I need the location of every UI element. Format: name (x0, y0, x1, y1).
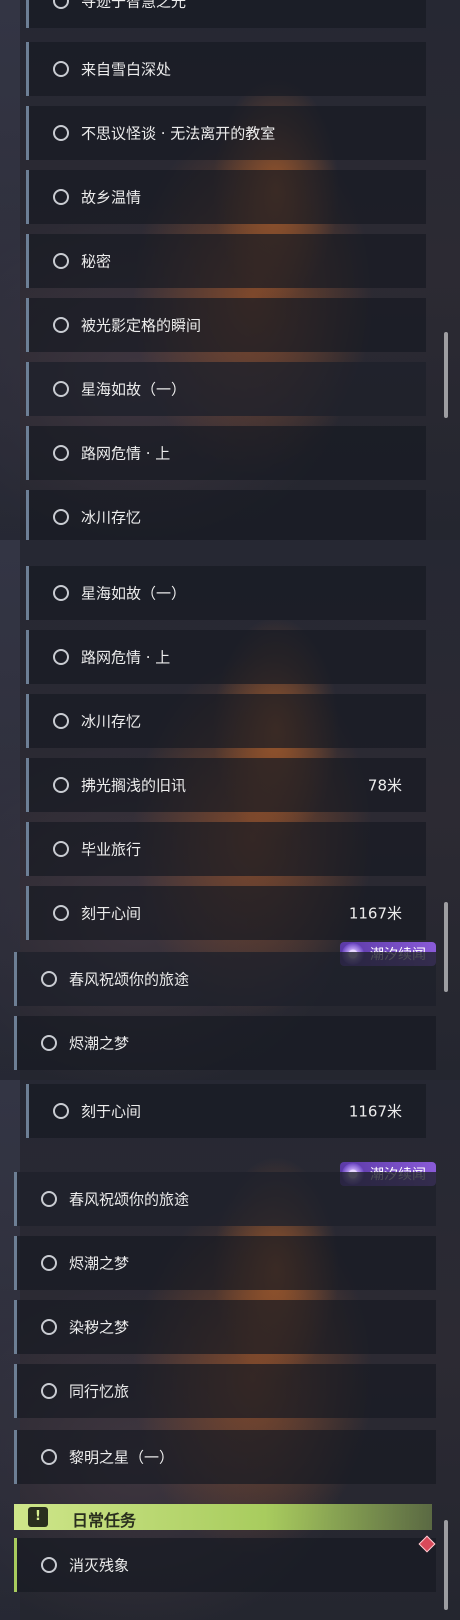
quest-item[interactable]: 刻于心间 1167米 (26, 1084, 426, 1138)
quest-status-icon (53, 509, 69, 525)
quest-label: 春风祝颂你的旅途 (69, 1190, 190, 1209)
scrollbar[interactable] (444, 902, 448, 992)
quest-item[interactable]: 星海如故（一） (26, 362, 426, 416)
daily-quests-header[interactable]: ! 日常任务 (14, 1504, 432, 1530)
quest-label: 刻于心间 (81, 904, 142, 923)
quest-item[interactable]: 不思议怪谈 · 无法离开的教室 (26, 106, 426, 160)
quest-item[interactable]: 秘密 (26, 234, 426, 288)
quest-item[interactable]: 染秽之梦 (14, 1300, 436, 1354)
quest-item[interactable]: 拂光搁浅的旧讯 78米 (26, 758, 426, 812)
quest-status-icon (53, 125, 69, 141)
quest-label: 来自雪白深处 (81, 60, 172, 79)
quest-list-panel-2: 星海如故（一） 路网危情 · 上 冰川存忆 拂光搁浅的旧讯 78米 毕业旅行 刻… (0, 540, 460, 1080)
quest-status-icon (41, 1383, 57, 1399)
quest-status-icon (41, 1191, 57, 1207)
quest-status-icon (53, 841, 69, 857)
quest-distance: 1167米 (348, 904, 402, 923)
quest-status-icon (53, 253, 69, 269)
quest-label: 烬潮之梦 (69, 1254, 130, 1273)
quest-label: 毕业旅行 (81, 840, 142, 859)
quest-label: 星海如故（一） (81, 584, 187, 603)
quest-label: 烬潮之梦 (69, 1034, 130, 1053)
quest-label: 路网危情 · 上 (81, 648, 171, 667)
exclamation-icon: ! (28, 1507, 48, 1527)
quest-label: 不思议怪谈 · 无法离开的教室 (81, 124, 276, 143)
quest-list-panel-1: 寻迹于智慧之光 来自雪白深处 不思议怪谈 · 无法离开的教室 故乡温情 秘密 被… (0, 0, 460, 540)
quest-status-icon (41, 971, 57, 987)
quest-label: 同行忆旅 (69, 1382, 130, 1401)
quest-label: 消灭残象 (69, 1556, 130, 1575)
quest-item[interactable]: 故乡温情 (26, 170, 426, 224)
quest-status-icon (41, 1319, 57, 1335)
quest-label: 冰川存忆 (81, 508, 142, 527)
quest-label: 黎明之星（一） (69, 1448, 175, 1467)
quest-item[interactable]: 毕业旅行 (26, 822, 426, 876)
quest-status-icon (53, 713, 69, 729)
quest-item[interactable]: 春风祝颂你的旅途 (14, 1172, 436, 1226)
quest-status-icon (53, 649, 69, 665)
quest-label: 寻迹于智慧之光 (81, 0, 187, 11)
quest-status-icon (41, 1557, 57, 1573)
section-title: 日常任务 (72, 1511, 137, 1530)
quest-item[interactable]: 来自雪白深处 (26, 42, 426, 96)
quest-status-icon (41, 1449, 57, 1465)
quest-label: 春风祝颂你的旅途 (69, 970, 190, 989)
quest-item[interactable]: 冰川存忆 (26, 490, 426, 540)
quest-status-icon (53, 1103, 69, 1119)
quest-status-icon (53, 61, 69, 77)
quest-item[interactable]: 同行忆旅 (14, 1364, 436, 1418)
quest-status-icon (53, 777, 69, 793)
quest-status-icon (41, 1035, 57, 1051)
quest-status-icon (53, 0, 69, 9)
quest-status-icon (53, 905, 69, 921)
quest-label: 染秽之梦 (69, 1318, 130, 1337)
quest-label: 拂光搁浅的旧讯 (81, 776, 187, 795)
quest-status-icon (53, 381, 69, 397)
quest-status-icon (53, 445, 69, 461)
quest-item[interactable]: 烬潮之梦 (14, 1236, 436, 1290)
quest-distance: 78米 (367, 776, 402, 795)
quest-item[interactable]: 路网危情 · 上 (26, 630, 426, 684)
quest-status-icon (53, 189, 69, 205)
quest-label: 秘密 (81, 252, 112, 271)
quest-item[interactable]: 冰川存忆 (26, 694, 426, 748)
quest-item[interactable]: 黎明之星（一） (14, 1430, 436, 1484)
quest-list-panel-3: 刻于心间 1167米 潮汐续闻 春风祝颂你的旅途 烬潮之梦 染秽之梦 同行忆旅 … (0, 1080, 460, 1620)
quest-item[interactable]: 星海如故（一） (26, 566, 426, 620)
quest-item[interactable]: 刻于心间 1167米 (26, 886, 426, 940)
quest-item[interactable]: 路网危情 · 上 (26, 426, 426, 480)
quest-item[interactable]: 寻迹于智慧之光 (26, 0, 426, 28)
quest-item[interactable]: 消灭残象 (14, 1538, 436, 1592)
quest-label: 冰川存忆 (81, 712, 142, 731)
quest-distance: 1167米 (348, 1102, 402, 1121)
quest-label: 被光影定格的瞬间 (81, 316, 202, 335)
quest-item[interactable]: 被光影定格的瞬间 (26, 298, 426, 352)
scrollbar[interactable] (444, 1520, 448, 1610)
scrollbar[interactable] (444, 332, 448, 418)
quest-label: 星海如故（一） (81, 380, 187, 399)
quest-label: 故乡温情 (81, 188, 142, 207)
quest-status-icon (53, 585, 69, 601)
quest-item[interactable]: 春风祝颂你的旅途 (14, 952, 436, 1006)
quest-status-icon (41, 1255, 57, 1271)
quest-status-icon (53, 317, 69, 333)
quest-label: 路网危情 · 上 (81, 444, 171, 463)
quest-label: 刻于心间 (81, 1102, 142, 1121)
quest-item[interactable]: 烬潮之梦 (14, 1016, 436, 1070)
